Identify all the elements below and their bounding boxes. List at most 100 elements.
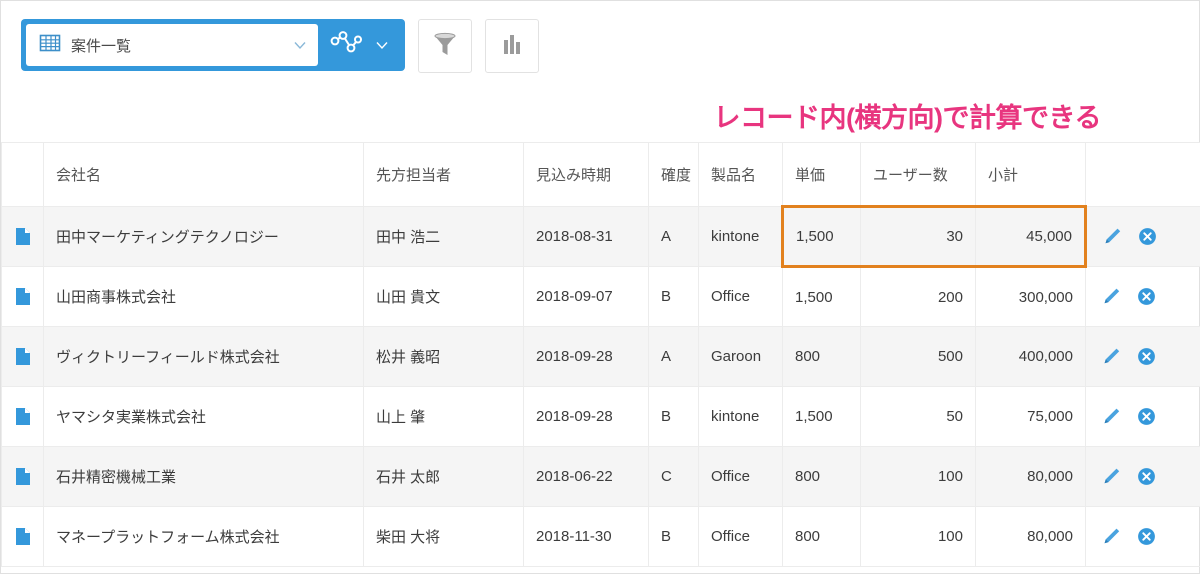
bar-chart-icon xyxy=(500,31,524,62)
cell-date: 2018-08-31 xyxy=(523,206,649,267)
cell-product: Office xyxy=(698,506,783,567)
record-document-icon[interactable] xyxy=(14,287,31,306)
cell-company: 山田商事株式会社 xyxy=(43,266,364,327)
table-row[interactable]: ヴィクトリーフィールド株式会社 松井 義昭 2018-09-28 A Garoon 800… xyxy=(1,326,1200,387)
cell-subtotal: 75,000 xyxy=(975,386,1086,447)
cell-company: 田中マーケティングテクノロジー xyxy=(43,206,364,267)
edit-record-icon[interactable] xyxy=(1102,467,1121,486)
cell-prob: B xyxy=(648,266,699,327)
cell-product: Office xyxy=(698,446,783,507)
record-document-icon[interactable] xyxy=(14,407,31,426)
line-graph-icon xyxy=(330,30,364,61)
record-open-cell[interactable] xyxy=(1,326,44,387)
delete-record-icon[interactable] xyxy=(1137,287,1156,306)
record-open-cell[interactable] xyxy=(1,506,44,567)
edit-record-icon[interactable] xyxy=(1102,407,1121,426)
table-row[interactable]: 山田商事株式会社 山田 貴文 2018-09-07 B Office 1,500 200 30… xyxy=(1,266,1200,327)
record-document-icon[interactable] xyxy=(14,227,31,246)
table-row[interactable]: 石井精密機械工業 石井 太郎 2018-06-22 C Office 800 100 80,0… xyxy=(1,446,1200,507)
cell-price: 1,500 xyxy=(781,205,861,268)
table-body: 田中マーケティングテクノロジー 田中 浩二 2018-08-31 Akintone 1,… xyxy=(1,205,1200,567)
delete-record-icon[interactable] xyxy=(1137,407,1156,426)
cell-date: 2018-09-07 xyxy=(523,266,649,327)
cell-actions xyxy=(1085,386,1200,447)
cell-users: 100 xyxy=(860,506,976,567)
cell-date: 2018-09-28 xyxy=(523,326,649,387)
cell-date: 2018-11-30 xyxy=(523,506,649,567)
cell-actions xyxy=(1085,446,1200,507)
header-price[interactable]: 単価 xyxy=(782,142,861,207)
record-open-cell[interactable] xyxy=(1,266,44,327)
cell-subtotal: 80,000 xyxy=(975,506,1086,567)
toolbar: 案件一覧 xyxy=(1,1,1199,101)
cell-product: Garoon xyxy=(698,326,783,387)
cell-price: 1,500 xyxy=(782,266,861,327)
header-icon xyxy=(1,142,44,207)
cell-actions xyxy=(1085,266,1200,327)
cell-company: ヤマシタ実業株式会社 xyxy=(43,386,364,447)
cell-product: kintone xyxy=(698,386,783,447)
cell-actions xyxy=(1085,506,1200,567)
edit-record-icon[interactable] xyxy=(1102,347,1121,366)
kintone-record-list-screen: 案件一覧 レコード内(横方向)で計算できる 会社名 先方担当者 見込み時期 確度… xyxy=(0,0,1200,574)
view-switcher: 案件一覧 xyxy=(21,19,405,71)
record-document-icon[interactable] xyxy=(14,527,31,546)
delete-record-icon[interactable] xyxy=(1138,227,1157,246)
chevron-down-icon xyxy=(374,37,390,53)
delete-record-icon[interactable] xyxy=(1137,467,1156,486)
cell-company: 石井精密機械工業 xyxy=(43,446,364,507)
header-users[interactable]: ユーザー数 xyxy=(860,142,976,207)
cell-prob: C xyxy=(648,446,699,507)
record-document-icon[interactable] xyxy=(14,467,31,486)
cell-price: 800 xyxy=(782,446,861,507)
cell-subtotal: 400,000 xyxy=(975,326,1086,387)
header-date[interactable]: 見込み時期 xyxy=(523,142,649,207)
view-selector-dropdown[interactable]: 案件一覧 xyxy=(26,24,318,66)
cell-subtotal: 300,000 xyxy=(975,266,1086,327)
cell-company: マネープラットフォーム株式会社 xyxy=(43,506,364,567)
record-document-icon[interactable] xyxy=(14,347,31,366)
table-row[interactable]: マネープラットフォーム株式会社 柴田 大将 2018-11-30 B Office 800… xyxy=(1,506,1200,567)
cell-person: 柴田 大将 xyxy=(363,506,524,567)
cell-prob: B xyxy=(648,506,699,567)
chart-button[interactable] xyxy=(485,19,539,73)
cell-date: 2018-06-22 xyxy=(523,446,649,507)
cell-person: 石井 太郎 xyxy=(363,446,524,507)
edit-record-icon[interactable] xyxy=(1102,527,1121,546)
filter-button[interactable] xyxy=(418,19,472,73)
record-open-cell[interactable] xyxy=(1,206,44,267)
cell-users: 500 xyxy=(860,326,976,387)
view-name-label: 案件一覧 xyxy=(71,37,132,55)
cell-users: 200 xyxy=(860,266,976,327)
record-open-cell[interactable] xyxy=(1,386,44,447)
cell-person: 田中 浩二 xyxy=(363,206,524,267)
cell-actions xyxy=(1085,206,1200,267)
header-person[interactable]: 先方担当者 xyxy=(363,142,524,207)
edit-record-icon[interactable] xyxy=(1103,227,1122,246)
record-open-cell[interactable] xyxy=(1,446,44,507)
record-table: 会社名 先方担当者 見込み時期 確度 製品名 単価 ユーザー数 小計 田中マーケ… xyxy=(1,142,1200,567)
annotation-callout: レコード内(横方向)で計算できる xyxy=(713,103,1102,133)
cell-price: 800 xyxy=(782,506,861,567)
table-row[interactable]: 田中マーケティングテクノロジー 田中 浩二 2018-08-31 Akintone 1,… xyxy=(1,205,1200,268)
header-actions xyxy=(1085,142,1200,207)
cell-subtotal: 80,000 xyxy=(975,446,1086,507)
header-subtotal[interactable]: 小計 xyxy=(975,142,1086,207)
table-row[interactable]: ヤマシタ実業株式会社 山上 肇 2018-09-28 Bkintone 1,500 50 7… xyxy=(1,386,1200,447)
chevron-down-icon xyxy=(292,37,308,53)
cell-date: 2018-09-28 xyxy=(523,386,649,447)
cell-prob: B xyxy=(648,386,699,447)
delete-record-icon[interactable] xyxy=(1137,347,1156,366)
header-company[interactable]: 会社名 xyxy=(43,142,364,207)
delete-record-icon[interactable] xyxy=(1137,527,1156,546)
cell-person: 松井 義昭 xyxy=(363,326,524,387)
cell-product: kintone xyxy=(698,206,783,267)
header-prob[interactable]: 確度 xyxy=(648,142,699,207)
funnel-filter-icon xyxy=(432,30,458,63)
graph-view-toggle[interactable] xyxy=(318,24,400,66)
cell-prob: A xyxy=(648,326,699,387)
cell-users: 50 xyxy=(860,386,976,447)
edit-record-icon[interactable] xyxy=(1102,287,1121,306)
header-product[interactable]: 製品名 xyxy=(698,142,783,207)
cell-price: 800 xyxy=(782,326,861,387)
